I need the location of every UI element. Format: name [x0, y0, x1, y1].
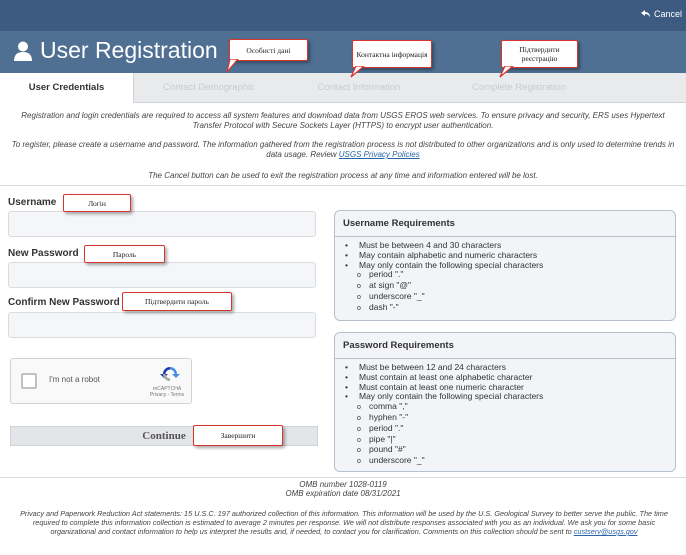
tab-contact-demographic[interactable]: Contact Demographic [134, 73, 284, 103]
top-bar: Cancel [0, 0, 686, 31]
divider [335, 236, 675, 237]
callout-finish: Завершити [193, 425, 283, 446]
confirm-password-label: Confirm New Password [8, 297, 120, 308]
recaptcha-checkbox[interactable] [21, 373, 37, 389]
recaptcha-widget: I'm not a robot reCAPTCHA Privacy - Term… [10, 358, 192, 404]
title-bar: User Registration [0, 31, 686, 73]
new-password-input[interactable] [8, 262, 316, 288]
callout-confirm-registration: Підтвердити реєстрацію [501, 40, 578, 68]
password-requirements-list: Must be between 12 and 24 characters Mus… [343, 362, 543, 467]
privacy-statement-text: Privacy and Paperwork Reduction Act stat… [20, 509, 668, 536]
callout-pointer-icon [226, 59, 239, 73]
page-title-text: User Registration [40, 37, 218, 63]
omb-expiration: OMB expiration date 08/31/2021 [285, 489, 401, 498]
registration-tabs: User Credentials Contact Demographic Con… [0, 73, 686, 103]
divider [335, 358, 675, 359]
intro-paragraph-2: To register, please create a username an… [10, 140, 676, 160]
password-requirements-title: Password Requirements [343, 340, 454, 351]
recaptcha-brand: reCAPTCHA Privacy - Terms [143, 386, 191, 398]
callout-pointer-icon [350, 66, 365, 78]
username-requirements-box: Username Requirements Must be between 4 … [334, 210, 676, 321]
intro-paragraph-1: Registration and login credentials are r… [21, 111, 665, 130]
tab-user-credentials[interactable]: User Credentials [0, 73, 134, 103]
username-label: Username [8, 197, 57, 208]
omb-number: OMB number 1028-0119 [299, 480, 387, 489]
divider [0, 477, 686, 478]
cancel-link[interactable]: Cancel [640, 9, 682, 19]
callout-contact-info: Контактна інформація [352, 40, 432, 68]
password-requirements-box: Password Requirements Must be between 12… [334, 332, 676, 472]
list-item: underscore "_" [343, 455, 543, 467]
list-item: dash "-" [343, 302, 543, 314]
callout-confirm-password: Підтвердити пароль [122, 292, 232, 311]
callout-personal-data: Особисті дані [229, 39, 308, 61]
list-item: period "." [343, 423, 543, 435]
user-icon [14, 41, 32, 61]
callout-pointer-icon [499, 66, 514, 78]
recaptcha-terms-link[interactable]: Privacy - Terms [143, 392, 191, 398]
username-requirements-list: Must be between 4 and 30 characters May … [343, 240, 543, 314]
privacy-policies-link[interactable]: USGS Privacy Policies [339, 150, 420, 159]
return-arrow-icon [640, 10, 650, 18]
recaptcha-logo-icon [160, 367, 180, 381]
callout-login: Логін [63, 194, 131, 212]
custserv-email-link[interactable]: custserv@usgs.gov [574, 527, 638, 536]
intro-paragraph-3: The Cancel button can be used to exit th… [148, 171, 538, 180]
confirm-password-input[interactable] [8, 312, 316, 338]
recaptcha-label: I'm not a robot [49, 375, 100, 384]
privacy-statement: Privacy and Paperwork Reduction Act stat… [14, 509, 674, 536]
callout-password: Пароль [84, 245, 165, 263]
username-input[interactable] [8, 211, 316, 237]
tab-complete-registration[interactable]: Complete Registration [434, 73, 604, 103]
cancel-label: Cancel [653, 9, 682, 19]
page-title: User Registration [14, 37, 218, 64]
username-requirements-title: Username Requirements [343, 218, 455, 229]
new-password-label: New Password [8, 248, 79, 259]
divider [0, 185, 686, 186]
